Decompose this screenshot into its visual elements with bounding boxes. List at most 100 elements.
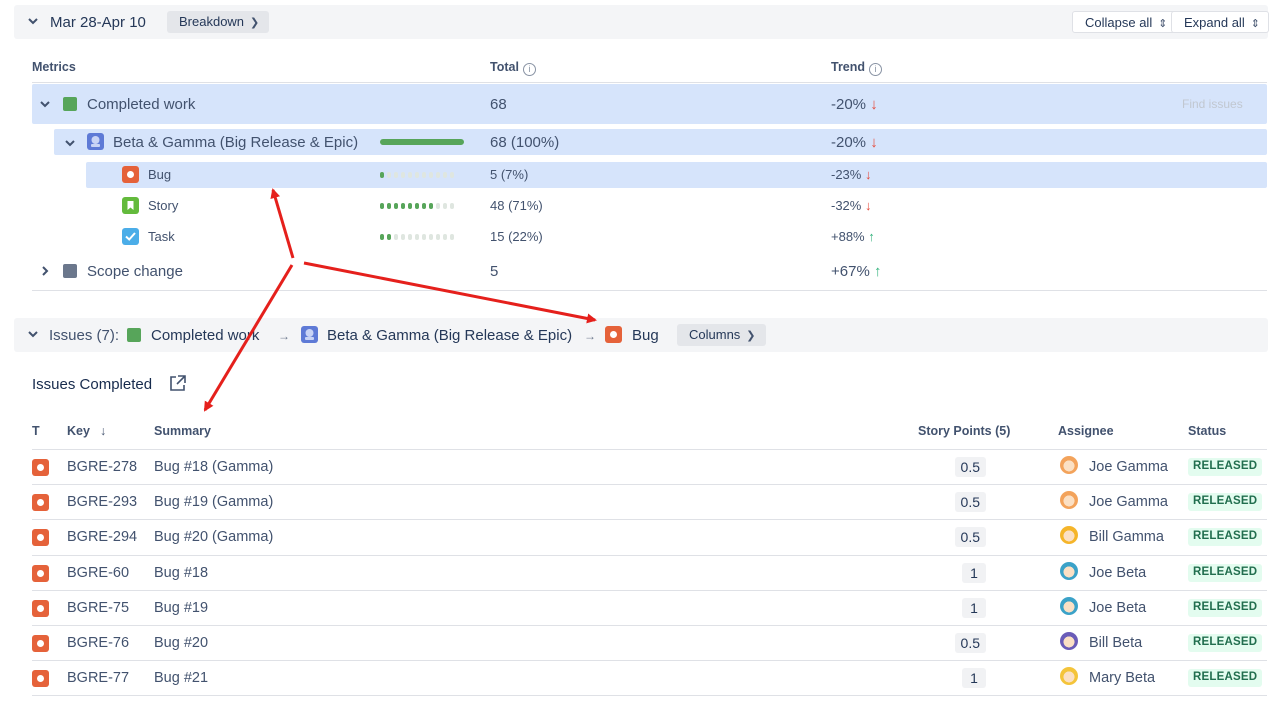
chevron-right-icon[interactable] xyxy=(39,265,51,277)
scope-change-total: 5 xyxy=(490,263,499,280)
story-points-column-header[interactable]: Story Points (5) xyxy=(918,424,1010,438)
progress-segment xyxy=(415,234,419,240)
collapse-all-button[interactable]: Collapse all ⇕ xyxy=(1072,11,1177,33)
find-issues-link[interactable]: Find issues xyxy=(1182,97,1243,111)
chevron-down-icon[interactable] xyxy=(26,327,40,341)
progress-segment xyxy=(443,234,447,240)
arrow-down-icon: ↓ xyxy=(870,134,878,151)
avatar xyxy=(1060,667,1078,686)
key-column-header[interactable]: Key ↓ xyxy=(67,424,106,438)
chevron-down-icon[interactable] xyxy=(64,137,76,149)
sort-down-icon: ↓ xyxy=(99,424,107,438)
table-row[interactable]: BGRE-293 Bug #19 (Gamma) 0.5 Joe Gamma RELEA… xyxy=(32,484,1267,519)
arrow-up-icon: ↑ xyxy=(873,263,882,280)
issue-summary[interactable]: Bug #19 (Gamma) xyxy=(154,494,273,510)
completed-work-label: Completed work xyxy=(87,96,196,113)
status-badge: RELEASED xyxy=(1188,634,1263,652)
table-row[interactable]: BGRE-76 Bug #20 0.5 Bill Beta RELEASED xyxy=(32,625,1267,660)
progress-segment xyxy=(415,172,419,178)
table-row[interactable]: BGRE-278 Bug #18 (Gamma) 0.5 Joe Gamma RELEA… xyxy=(32,449,1267,484)
scope-change-trend-value: +67% xyxy=(831,263,870,280)
progress-segment xyxy=(436,172,440,178)
issue-summary[interactable]: Bug #18 (Gamma) xyxy=(154,459,273,475)
expand-all-button[interactable]: Expand all ⇕ xyxy=(1171,11,1269,33)
annotation-arrow xyxy=(303,261,597,324)
avatar xyxy=(1060,456,1078,474)
assignee-name: Bill Beta xyxy=(1089,635,1143,651)
issue-summary[interactable]: Bug #18 xyxy=(154,565,208,581)
bug-row[interactable] xyxy=(86,162,1267,188)
avatar xyxy=(1060,596,1078,615)
breakdown-button[interactable]: Breakdown ❯ xyxy=(167,11,270,33)
task-label: Task xyxy=(148,229,175,244)
progress-segment xyxy=(387,203,391,209)
scope-change-swatch xyxy=(63,264,77,278)
issue-key[interactable]: BGRE-294 xyxy=(67,529,137,545)
bug-icon xyxy=(122,166,139,183)
completed-work-row[interactable] xyxy=(32,84,1267,124)
info-icon[interactable]: i xyxy=(869,63,883,76)
table-row[interactable]: BGRE-77 Bug #21 1 Mary Beta RELEASED xyxy=(32,660,1267,695)
chevron-down-icon[interactable] xyxy=(39,98,51,110)
story-points: 0.5 xyxy=(954,527,986,548)
progress-segment xyxy=(429,172,433,178)
story-points: 1 xyxy=(962,668,986,689)
table-row[interactable]: BGRE-294 Bug #20 (Gamma) 0.5 Bill Gamma RELE… xyxy=(32,519,1267,554)
bug-label: Bug xyxy=(148,167,172,182)
assignee-name: Joe Beta xyxy=(1089,599,1147,616)
type-column-header[interactable]: T xyxy=(32,424,40,438)
progress-segment xyxy=(394,172,398,178)
breadcrumb-group[interactable]: Beta & Gamma (Big Release & Epic) xyxy=(327,327,572,344)
issue-summary[interactable]: Bug #20 xyxy=(154,635,208,651)
issue-summary[interactable]: Bug #20 (Gamma) xyxy=(154,529,273,545)
table-bottom-border xyxy=(32,695,1267,697)
bug-icon xyxy=(32,564,49,582)
summary-column-header[interactable]: Summary xyxy=(154,424,211,438)
status-badge: RELEASED xyxy=(1188,493,1263,512)
breadcrumb-completed-work[interactable]: Completed work xyxy=(151,327,259,344)
status-badge: RELEASED xyxy=(1188,669,1263,688)
bug-icon xyxy=(32,459,49,476)
issue-key[interactable]: BGRE-77 xyxy=(67,670,129,686)
assignee-column-header[interactable]: Assignee xyxy=(1058,424,1114,438)
avatar xyxy=(1060,561,1078,580)
progress-segment xyxy=(408,172,412,178)
breadcrumb-separator: → xyxy=(584,329,596,343)
task-icon xyxy=(122,228,139,245)
group-label: Beta & Gamma (Big Release & Epic) xyxy=(113,134,359,151)
breadcrumb-bug[interactable]: Bug xyxy=(632,327,659,344)
table-row[interactable]: BGRE-60 Bug #18 1 Joe Beta RELEASED xyxy=(32,554,1267,590)
progress-segment xyxy=(394,203,398,209)
issue-summary[interactable]: Bug #19 xyxy=(154,600,208,616)
progress-segment xyxy=(401,234,405,240)
issue-key[interactable]: BGRE-75 xyxy=(67,600,129,616)
status-badge: RELEASED xyxy=(1188,458,1263,476)
trend-header: Trend i xyxy=(831,60,883,76)
story-points: 0.5 xyxy=(954,457,986,477)
completed-work-trend: -20% ↓ xyxy=(831,96,878,113)
progress-segment xyxy=(450,203,454,209)
status-column-header[interactable]: Status xyxy=(1188,424,1226,438)
issue-key[interactable]: BGRE-293 xyxy=(67,494,137,510)
external-link-icon[interactable] xyxy=(168,374,187,393)
columns-button[interactable]: Columns ❯ xyxy=(677,324,766,346)
collapse-icon: ⇕ xyxy=(1158,18,1168,30)
progress-segment xyxy=(408,234,412,240)
issue-key[interactable]: BGRE-76 xyxy=(67,635,129,651)
release-icon xyxy=(87,133,104,150)
trend-header-label: Trend xyxy=(831,60,866,74)
progress-segment xyxy=(380,172,384,178)
table-row[interactable]: BGRE-75 Bug #19 1 Joe Beta RELEASED xyxy=(32,589,1267,625)
progress-segment xyxy=(422,234,426,240)
story-points: 1 xyxy=(962,562,986,583)
progress-segment xyxy=(415,203,419,209)
completed-work-swatch xyxy=(63,97,77,111)
story-total: 48 (71%) xyxy=(490,198,543,213)
key-column-label: Key xyxy=(67,424,90,438)
info-icon[interactable]: i xyxy=(522,63,536,76)
issue-summary[interactable]: Bug #21 xyxy=(154,670,208,686)
issue-key[interactable]: BGRE-60 xyxy=(67,565,129,581)
issue-key[interactable]: BGRE-278 xyxy=(67,459,137,475)
progress-segment xyxy=(450,172,454,178)
chevron-down-icon[interactable] xyxy=(26,14,40,28)
